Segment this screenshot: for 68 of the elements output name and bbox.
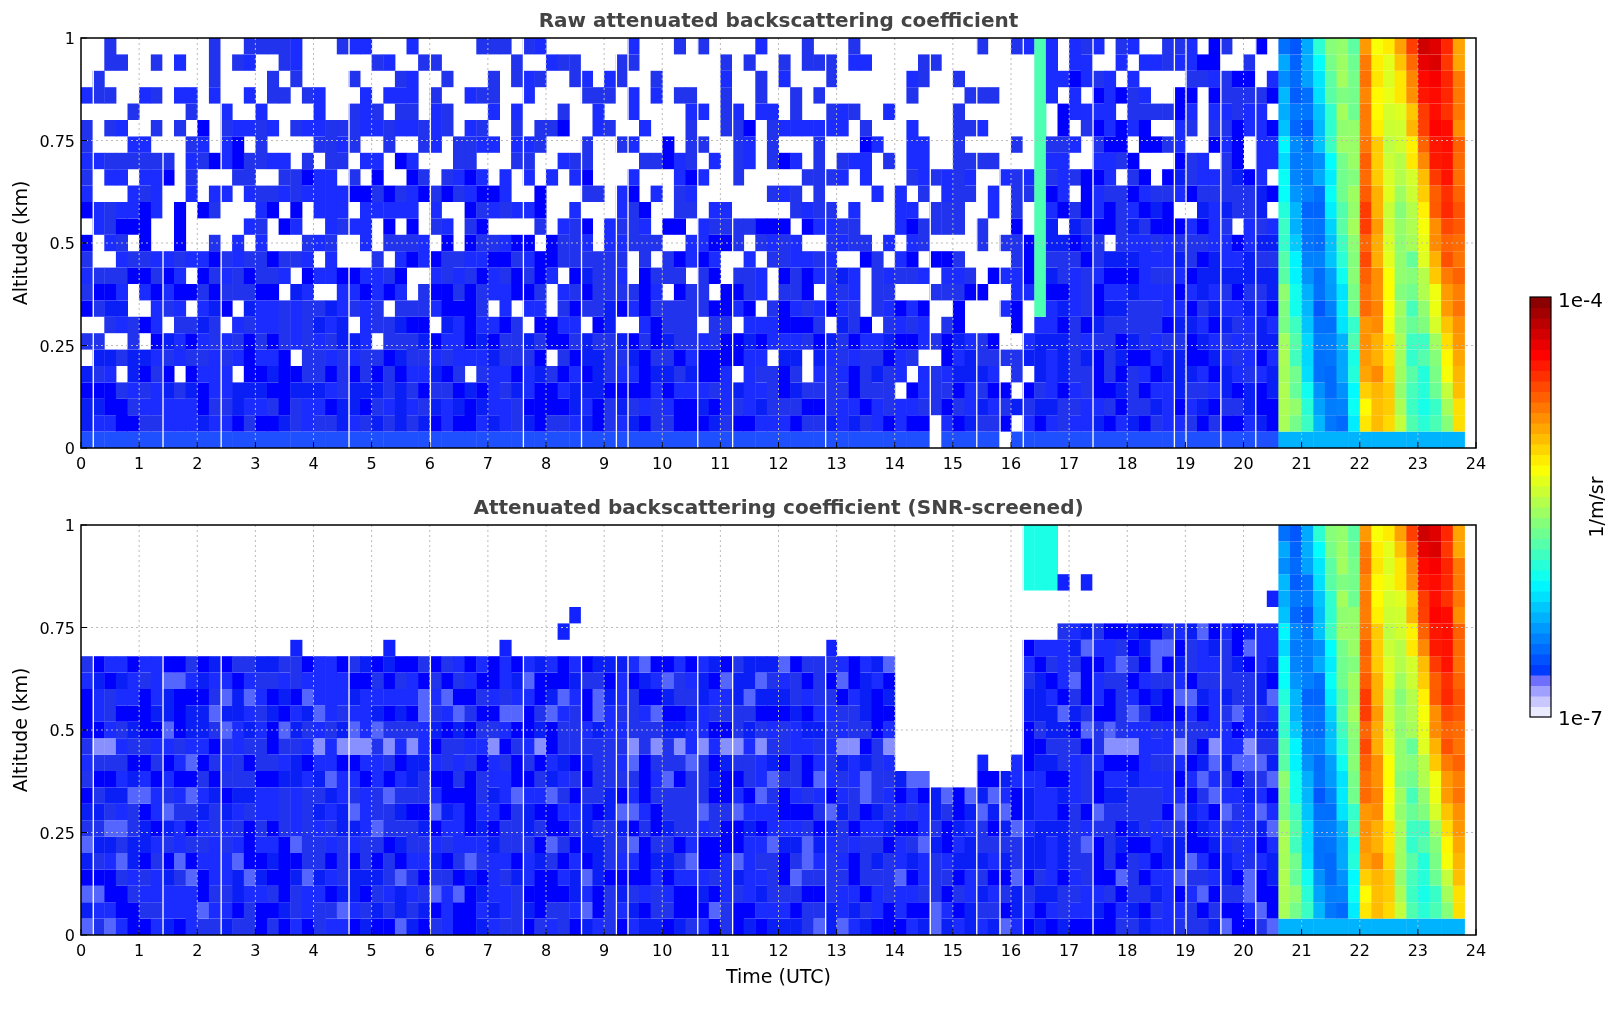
tick-label: 14 [884, 454, 905, 473]
tick-label: 1 [134, 454, 145, 473]
axis-label: Time (UTC) [726, 965, 831, 987]
tick-label: 2 [192, 454, 203, 473]
tick-label: 2 [192, 941, 203, 960]
tick-label: 0.75 [39, 618, 75, 638]
chart-title: Attenuated backscattering coefficient (SNR-screened) [473, 495, 1084, 519]
chart-title: Raw attenuated backscattering coefficient [538, 8, 1019, 32]
tick-label: 4 [308, 941, 319, 960]
tick-label: 19 [1175, 454, 1196, 473]
tick-label: 3 [250, 941, 261, 960]
tick-label: 6 [424, 941, 435, 960]
tick-label: 0.25 [39, 823, 75, 843]
tick-label: 1e-7 [1558, 706, 1603, 730]
tick-label: 20 [1233, 941, 1254, 960]
tick-label: 22 [1349, 454, 1370, 473]
tick-label: 3 [250, 454, 261, 473]
tick-label: 1e-4 [1558, 288, 1603, 312]
tick-label: 23 [1407, 941, 1429, 960]
tick-label: 8 [540, 941, 552, 960]
tick-label: 0 [64, 926, 75, 945]
tick-label: 6 [424, 454, 435, 473]
tick-label: 5 [366, 941, 377, 960]
tick-label: 24 [1465, 454, 1487, 473]
tick-label: 21 [1291, 454, 1312, 473]
tick-label: 1 [64, 516, 75, 535]
tick-label: 15 [942, 454, 964, 473]
tick-label: 9 [599, 454, 610, 473]
tick-label: 0 [64, 439, 75, 458]
tick-label: 1 [134, 941, 145, 960]
tick-label: 17 [1058, 941, 1080, 960]
tick-label: 0.5 [49, 721, 75, 740]
tick-label: 0.25 [39, 336, 75, 356]
axis-label: 1/m/sr [1585, 476, 1607, 538]
tick-label: 24 [1465, 941, 1487, 960]
tick-label: 7 [482, 941, 493, 960]
axis-label: Altitude (km) [9, 667, 31, 793]
tick-label: 19 [1175, 941, 1196, 960]
tick-label: 22 [1349, 941, 1370, 960]
tick-label: 0.75 [39, 131, 75, 151]
tick-label: 12 [768, 941, 789, 960]
tick-label: 14 [884, 941, 905, 960]
tick-label: 15 [942, 941, 964, 960]
tick-label: 0 [75, 941, 87, 960]
tick-label: 0 [75, 454, 87, 473]
tick-label: 16 [1000, 454, 1022, 473]
tick-label: 0.5 [49, 234, 75, 253]
tick-label: 18 [1117, 454, 1138, 473]
tick-label: 4 [308, 454, 319, 473]
tick-label: 7 [482, 454, 493, 473]
tick-label: 13 [826, 941, 847, 960]
tick-label: 10 [652, 941, 673, 960]
tick-label: 13 [826, 454, 847, 473]
tick-label: 12 [768, 454, 789, 473]
tick-label: 18 [1117, 941, 1138, 960]
tick-label: 16 [1000, 941, 1022, 960]
tick-label: 21 [1291, 941, 1312, 960]
tick-label: 9 [599, 941, 610, 960]
tick-label: 20 [1233, 454, 1254, 473]
tick-label: 23 [1407, 454, 1429, 473]
axis-label: Altitude (km) [9, 180, 31, 306]
tick-label: 11 [710, 941, 731, 960]
tick-label: 1 [64, 29, 75, 48]
tick-label: 11 [710, 454, 731, 473]
tick-label: 8 [540, 454, 552, 473]
tick-label: 10 [652, 454, 673, 473]
tick-label: 5 [366, 454, 377, 473]
tick-label: 17 [1058, 454, 1080, 473]
